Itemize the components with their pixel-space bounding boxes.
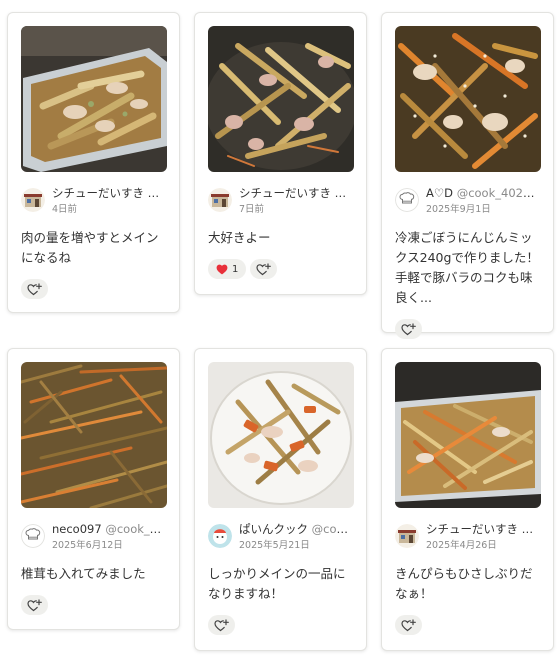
- author-handle: @cook_40203...: [456, 186, 540, 200]
- author-name[interactable]: A♡D @cook_40203...: [426, 186, 540, 200]
- comment-text: 冷凍ごぼうにんじんミックス240gで作りました！手軽で豚バラのコクも味良く...: [395, 230, 539, 305]
- house-avatar-icon[interactable]: [208, 188, 232, 212]
- comment-text: しっかりメインの一品になりますね！: [208, 566, 346, 601]
- comment-card[interactable]: ぱいんクック @cook_... 2025年5月21日 しっかりメインの一品にな…: [194, 348, 367, 651]
- dish-photo[interactable]: [395, 26, 541, 172]
- author-handle: @cook_...: [311, 522, 353, 536]
- author-name[interactable]: neco097 @cook_40...: [52, 522, 166, 536]
- add-reaction-button[interactable]: [21, 279, 48, 299]
- dish-photo[interactable]: [21, 362, 167, 508]
- heart-reaction-button[interactable]: 1: [208, 259, 247, 279]
- author-name[interactable]: シチューだいすき @c...: [426, 522, 540, 536]
- reaction-count: 1: [232, 263, 239, 275]
- author-handle: @c...: [334, 186, 353, 200]
- comment-date: 2025年5月21日: [239, 540, 310, 551]
- comment-date: 4日前: [52, 204, 78, 215]
- comment-text: 大好きよー: [208, 230, 271, 245]
- comment-card[interactable]: シチューだいすき @c... 4日前 肉の量を増やすとメインになるね: [7, 12, 180, 313]
- add-reaction-heart-icon: [401, 322, 416, 335]
- character-avatar-icon[interactable]: [208, 524, 232, 548]
- add-reaction-heart-icon: [27, 598, 42, 611]
- add-reaction-button[interactable]: [208, 615, 235, 635]
- comment-date: 7日前: [239, 204, 265, 215]
- author-handle: @c...: [521, 522, 540, 536]
- house-avatar-icon[interactable]: [395, 524, 419, 548]
- chef-hat-avatar-icon[interactable]: [395, 188, 419, 212]
- add-reaction-button[interactable]: [395, 615, 422, 635]
- comment-text: 肉の量を増やすとメインになるね: [21, 230, 159, 265]
- add-reaction-heart-icon: [256, 262, 272, 275]
- comment-card[interactable]: シチューだいすき @c... 2025年4月26日 きんぴらもひさしぶりだなぁ！: [381, 348, 554, 651]
- dish-photo[interactable]: [208, 26, 354, 172]
- comment-text: 椎茸も入れてみました: [21, 566, 146, 581]
- add-reaction-heart-icon: [214, 618, 229, 631]
- dish-photo[interactable]: [21, 26, 167, 172]
- chef-hat-avatar-icon[interactable]: [21, 524, 45, 548]
- author-name[interactable]: シチューだいすき @c...: [52, 186, 166, 200]
- house-avatar-icon[interactable]: [21, 188, 45, 212]
- add-reaction-button[interactable]: [395, 319, 422, 339]
- comment-card[interactable]: A♡D @cook_40203... 2025年9月1日 冷凍ごぼうにんじんミッ…: [381, 12, 554, 339]
- add-reaction-heart-icon: [27, 282, 42, 295]
- comment-date: 2025年4月26日: [426, 540, 497, 551]
- add-reaction-button[interactable]: [250, 259, 278, 279]
- comment-text: きんぴらもひさしぶりだなぁ！: [395, 566, 533, 601]
- comment-date: 2025年6月12日: [52, 540, 123, 551]
- comment-date: 2025年9月1日: [426, 204, 491, 215]
- author-handle: @c...: [147, 186, 166, 200]
- author-name[interactable]: シチューだいすき @c...: [239, 186, 353, 200]
- comment-card[interactable]: シチューだいすき @c... 7日前 大好きよー 1: [194, 12, 367, 295]
- add-reaction-heart-icon: [401, 618, 416, 631]
- dish-photo[interactable]: [395, 362, 541, 508]
- red-heart-icon: [216, 264, 228, 274]
- author-name[interactable]: ぱいんクック @cook_...: [239, 522, 353, 536]
- comment-card[interactable]: neco097 @cook_40... 2025年6月12日 椎茸も入れてみまし…: [7, 348, 180, 630]
- dish-photo[interactable]: [208, 362, 354, 508]
- add-reaction-button[interactable]: [21, 595, 48, 615]
- author-handle: @cook_40...: [105, 522, 166, 536]
